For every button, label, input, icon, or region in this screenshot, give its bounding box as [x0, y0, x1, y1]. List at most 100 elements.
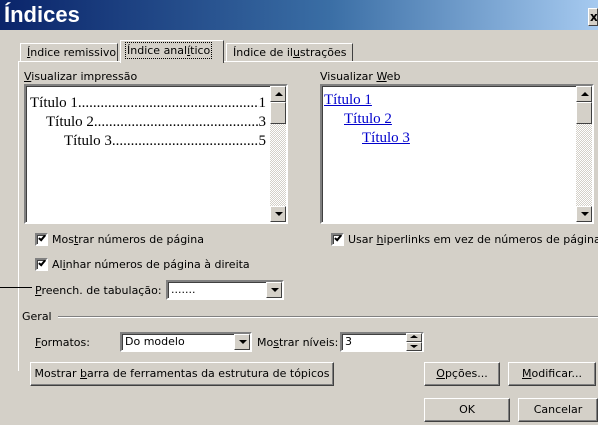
label-text: trar níveis:	[278, 336, 339, 349]
tab-indice-remissivo[interactable]: Índice remissivo	[20, 43, 118, 62]
accel: M	[522, 367, 532, 380]
toc-entry-1: Título 1................................…	[30, 95, 266, 112]
align-right-checkbox[interactable]	[35, 258, 48, 271]
web-toc-link-1[interactable]: Título 1	[324, 92, 372, 109]
label-text: ormatos:	[40, 336, 90, 349]
toc-text: Título 1	[30, 95, 78, 111]
spin-up-button[interactable]	[406, 333, 422, 342]
print-preview-scrollbar[interactable]	[270, 86, 286, 222]
title-bar: Índices x	[0, 0, 598, 30]
tab-label-focus: Índice analítico	[124, 42, 213, 59]
group-divider	[58, 316, 598, 318]
checkmark-icon	[334, 233, 342, 242]
arrow-down-icon	[581, 212, 589, 216]
dropdown-button[interactable]	[234, 334, 250, 350]
button-label: pções...	[444, 367, 488, 380]
tab-label: Índice de il	[233, 46, 293, 59]
formats-label: Formatos:	[35, 336, 90, 349]
accel: W	[376, 70, 387, 83]
accel: O	[436, 367, 445, 380]
button-label: Mostrar	[34, 367, 81, 380]
show-page-numbers-checkbox[interactable]	[35, 233, 48, 246]
dropdown-button[interactable]	[266, 282, 282, 298]
formats-select[interactable]: Do modelo	[120, 332, 252, 352]
modify-button[interactable]: Modificar...	[508, 362, 596, 386]
scroll-thumb[interactable]	[576, 102, 592, 124]
print-preview-label: Visualizar impressão	[24, 70, 137, 83]
toc-entry-2: Título 2................................…	[46, 114, 266, 131]
accel: b	[80, 367, 88, 380]
chevron-down-icon	[271, 288, 279, 292]
tab-label-accel: u	[292, 46, 300, 59]
show-page-numbers-label[interactable]: Mostrar números de página	[52, 233, 204, 246]
tab-label: tico	[190, 44, 211, 57]
levels-spinner[interactable]: 3	[340, 332, 424, 352]
cancel-button[interactable]: Cancelar	[518, 398, 598, 422]
label-text: isualizar impressão	[31, 70, 138, 83]
label-text: iperlinks em vez de números de página	[383, 233, 598, 246]
label-text: Visualizar	[320, 70, 377, 83]
label-text: eb	[386, 70, 401, 83]
toc-page: 1	[258, 95, 267, 111]
label-text: nhar números de página à direita	[65, 258, 250, 271]
scroll-down-button[interactable]	[270, 206, 286, 222]
tab-leader-select[interactable]: .......	[166, 280, 284, 300]
web-preview-scrollbar[interactable]	[576, 86, 592, 222]
use-hyperlinks-checkbox[interactable]	[331, 233, 344, 246]
label-text: Usar	[348, 233, 377, 246]
checkmark-icon	[38, 233, 46, 242]
toc-text: Título 2	[46, 114, 94, 130]
tab-leader-label: Preench. de tabulação:	[35, 284, 162, 297]
web-preview-box[interactable]: Título 1 Título 2 Título 3	[320, 84, 594, 224]
chevron-down-icon	[239, 340, 247, 344]
arrow-up-icon	[410, 335, 418, 338]
tab-indice-analitico[interactable]: Índice analítico	[120, 40, 224, 63]
arrow-up-icon	[275, 92, 283, 96]
options-button[interactable]: Opções...	[424, 362, 500, 386]
checkmark-icon	[38, 258, 46, 267]
toc-entry-3: Título 3................................…	[64, 133, 266, 150]
label-text: rar números de página	[78, 233, 204, 246]
scroll-up-button[interactable]	[270, 86, 286, 102]
label-text: Mos	[52, 233, 74, 246]
divider	[0, 287, 32, 288]
label-text: reench. de tabulação:	[41, 284, 162, 297]
tab-label: strações	[299, 46, 347, 59]
tab-indice-ilustracoes[interactable]: Índice de ilustrações	[226, 43, 353, 62]
spin-down-button[interactable]	[406, 342, 422, 351]
toc-leader: ........................................…	[111, 133, 259, 149]
align-right-label[interactable]: Alinhar números de página à direita	[52, 258, 250, 271]
web-toc-link-2[interactable]: Título 2	[344, 111, 392, 128]
label-text: Al	[52, 258, 63, 271]
button-label: arra de ferramentas da estrutura de tópi…	[87, 367, 330, 380]
toc-text: Título 3	[64, 133, 112, 149]
scroll-up-button[interactable]	[576, 86, 592, 102]
dialog-title: Índices	[4, 2, 80, 27]
toc-leader: ........................................…	[93, 114, 259, 130]
scroll-down-button[interactable]	[576, 206, 592, 222]
tab-label: ndice remissivo	[30, 46, 117, 59]
label-text: Mo	[257, 336, 274, 349]
toc-leader: ........................................…	[77, 95, 259, 111]
scroll-thumb[interactable]	[270, 102, 286, 124]
outline-toolbar-button[interactable]: Mostrar barra de ferramentas da estrutur…	[30, 362, 334, 386]
accel: h	[376, 233, 384, 246]
web-toc-link-3[interactable]: Título 3	[362, 130, 410, 147]
toc-page: 3	[258, 114, 267, 130]
arrow-down-icon	[410, 345, 418, 348]
web-preview-label: Visualizar Web	[320, 70, 400, 83]
tab-leader-value: .......	[171, 283, 196, 296]
close-icon: x	[590, 10, 598, 24]
tab-label: Índice anal	[127, 44, 188, 57]
formats-value: Do modelo	[125, 335, 185, 348]
close-button[interactable]: x	[588, 8, 598, 26]
use-hyperlinks-label[interactable]: Usar hiperlinks em vez de números de pág…	[348, 233, 598, 246]
toc-page: 5	[258, 133, 267, 149]
general-group-label: Geral	[22, 310, 52, 323]
print-preview-box[interactable]: Título 1................................…	[24, 84, 288, 224]
levels-value: 3	[345, 335, 352, 348]
arrow-up-icon	[581, 92, 589, 96]
levels-label: Mostrar níveis:	[257, 336, 338, 349]
ok-button[interactable]: OK	[424, 398, 510, 422]
button-label: odificar...	[531, 367, 583, 380]
